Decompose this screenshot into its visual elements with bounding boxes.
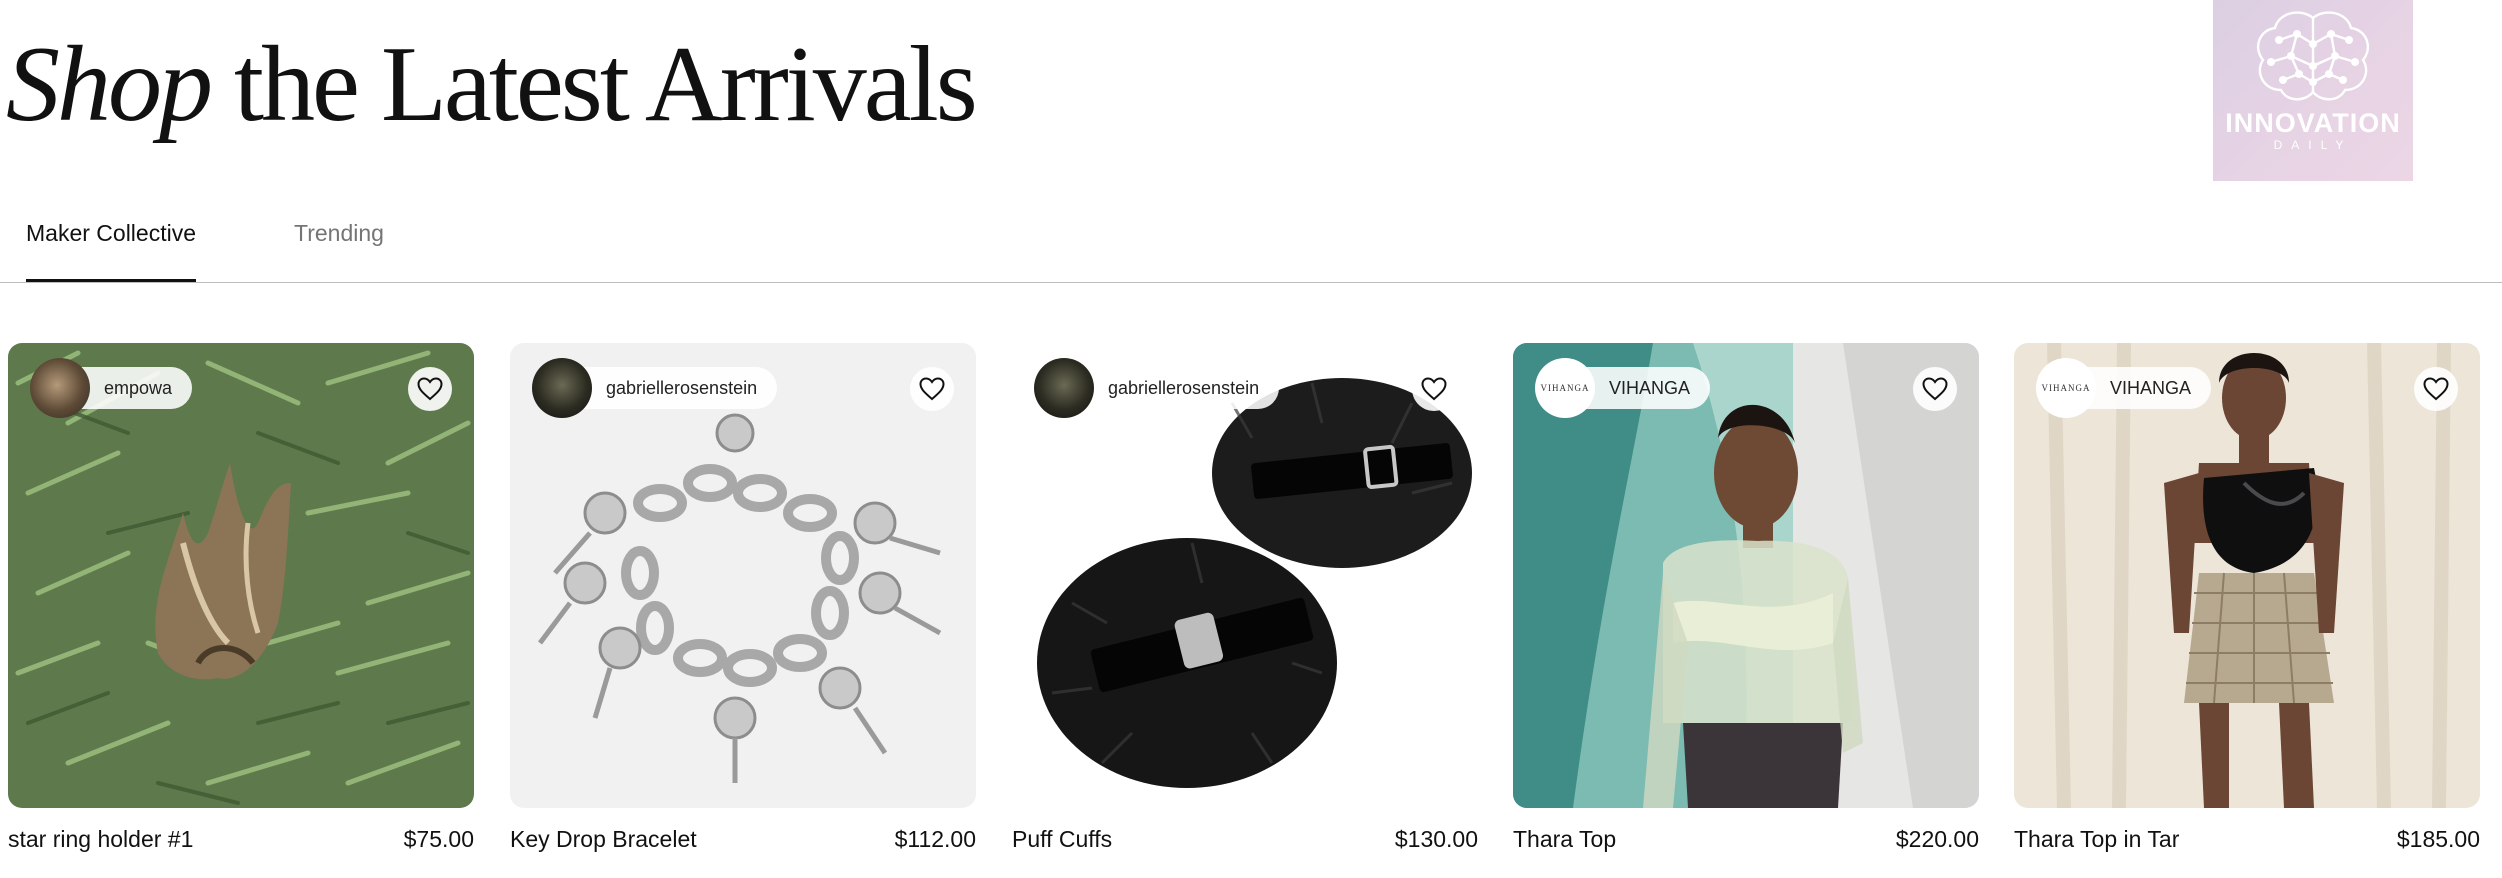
product-name[interactable]: Puff Cuffs [1012,826,1112,853]
page-title: Shop the Latest Arrivals [6,20,978,150]
seller-name: empowa [104,377,173,398]
favorite-button[interactable] [408,367,452,411]
product-image[interactable]: VIHANGA VIHANGA [2014,343,2480,808]
logo-brand-subtext: DAILY [2273,138,2353,152]
seller-avatar [1034,358,1094,418]
tab-divider [0,282,2502,283]
product-card[interactable]: VIHANGA VIHANGA Thara Top in Tar $185.00 [2014,343,2480,860]
heart-outline-icon [919,377,945,401]
heart-outline-icon [1421,377,1447,401]
product-price: $112.00 [894,826,976,852]
product-price: $185.00 [2396,826,2480,852]
product-meta: Thara Top $220.00 [1513,820,1979,860]
product-image[interactable]: gabriellerosenstein [510,343,976,808]
seller-name: VIHANGA [2110,377,2192,398]
product-card[interactable]: empowa star ring holder #1 $75.00 [8,343,474,860]
product-price: $75.00 [403,826,474,852]
page-title-italic: Shop [6,25,213,144]
favorite-button[interactable] [1913,367,1957,411]
product-card[interactable]: gabriellerosenstein Key Drop Bracelet $1… [510,343,976,860]
brain-network-icon [2256,11,2370,101]
seller-avatar: VIHANGA [1535,358,1595,418]
heart-outline-icon [417,377,443,401]
logo-brand-text: INNOVATION [2225,108,2401,138]
product-meta: Puff Cuffs $130.00 [1012,820,1478,860]
product-name[interactable]: Thara Top [1513,826,1616,853]
seller-name: gabriellerosenstein [1108,377,1260,398]
seller-badge[interactable]: VIHANGA VIHANGA [1535,358,1711,418]
favorite-button[interactable] [2414,367,2458,411]
product-name[interactable]: Key Drop Bracelet [510,826,697,853]
tab-maker-collective[interactable]: Maker Collective [26,220,196,282]
product-image[interactable]: gabriellerosenstein [1012,343,1478,808]
seller-badge[interactable]: gabriellerosenstein [532,358,778,418]
seller-avatar [30,358,90,418]
heart-outline-icon [2423,377,2449,401]
product-card[interactable]: VIHANGA VIHANGA Thara Top $220.00 [1513,343,1979,860]
seller-avatar: VIHANGA [2036,358,2096,418]
product-meta: Thara Top in Tar $185.00 [2014,820,2480,860]
seller-badge[interactable]: VIHANGA VIHANGA [2036,358,2212,418]
favorite-button[interactable] [910,367,954,411]
favorite-button[interactable] [1412,367,1456,411]
product-name[interactable]: star ring holder #1 [8,826,193,853]
product-price: $130.00 [1394,826,1478,852]
product-price: $220.00 [1895,826,1979,852]
product-meta: Key Drop Bracelet $112.00 [510,820,976,860]
product-image[interactable]: empowa [8,343,474,808]
seller-badge[interactable]: gabriellerosenstein [1034,358,1280,418]
seller-name: VIHANGA [1609,377,1691,398]
innovation-daily-logo: INNOVATION DAILY [2213,0,2413,181]
product-name[interactable]: Thara Top in Tar [2014,826,2179,853]
product-image[interactable]: VIHANGA VIHANGA [1513,343,1979,808]
seller-name: gabriellerosenstein [606,377,758,398]
seller-badge[interactable]: empowa [30,358,193,418]
product-card[interactable]: gabriellerosenstein Puff Cuffs $130.00 [1012,343,1478,860]
product-meta: star ring holder #1 $75.00 [8,820,474,860]
tab-trending[interactable]: Trending [294,220,384,279]
tab-bar: Maker Collective Trending [0,190,2502,282]
page-title-rest: the Latest Arrivals [234,25,978,144]
heart-outline-icon [1922,377,1948,401]
seller-avatar [532,358,592,418]
